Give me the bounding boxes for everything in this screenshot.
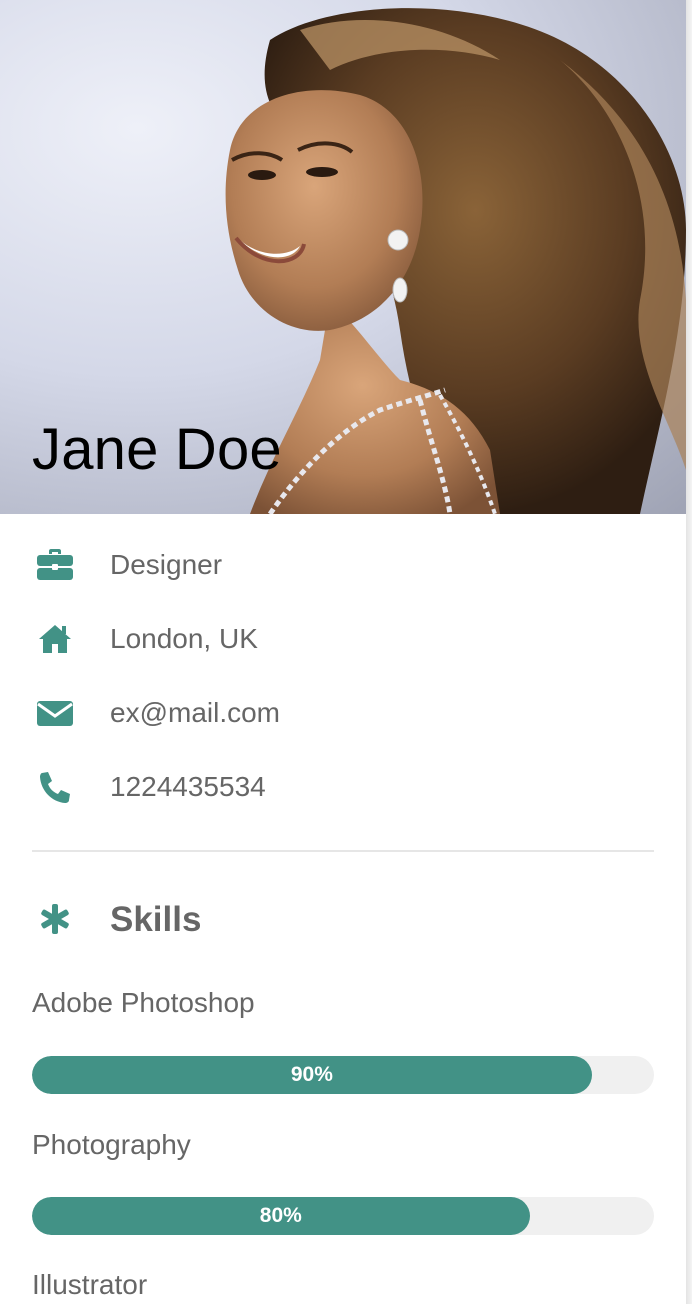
info-row-job: Designer — [0, 540, 686, 590]
location: London, UK — [110, 623, 258, 654]
envelope-icon — [36, 696, 74, 730]
divider — [32, 850, 654, 852]
skill-bar-photography: 80% — [32, 1197, 654, 1235]
skill-label-photography: Photography — [32, 1129, 191, 1160]
phone-icon — [36, 770, 74, 804]
skill-bar-fill-photography: 80% — [32, 1197, 530, 1235]
home-icon — [36, 622, 74, 656]
scrollbar-track[interactable] — [686, 0, 692, 1304]
skill-bar-photoshop: 90% — [32, 1056, 654, 1094]
asterisk-icon — [38, 902, 72, 936]
info-row-phone[interactable]: 1224435534 — [0, 762, 686, 812]
skill-label-photoshop: Adobe Photoshop — [32, 987, 255, 1018]
info-row-email[interactable]: ex@mail.com — [0, 688, 686, 738]
skills-title: Skills — [110, 900, 202, 939]
profile-card: Jane Doe Designer London, UK ex@mail.com… — [0, 0, 686, 1304]
phone-number[interactable]: 1224435534 — [110, 771, 266, 803]
profile-name: Jane Doe — [32, 417, 282, 482]
skills-header: Skills — [0, 892, 686, 948]
page: Jane Doe Designer London, UK ex@mail.com… — [0, 0, 692, 1304]
profile-photo: Jane Doe — [0, 0, 686, 514]
job-title: Designer — [110, 549, 223, 580]
info-row-location: London, UK — [0, 614, 686, 664]
skill-label-illustrator: Illustrator — [32, 1269, 148, 1300]
briefcase-icon — [36, 548, 74, 582]
email[interactable]: ex@mail.com — [110, 697, 280, 729]
skill-bar-fill-photoshop: 90% — [32, 1056, 592, 1094]
